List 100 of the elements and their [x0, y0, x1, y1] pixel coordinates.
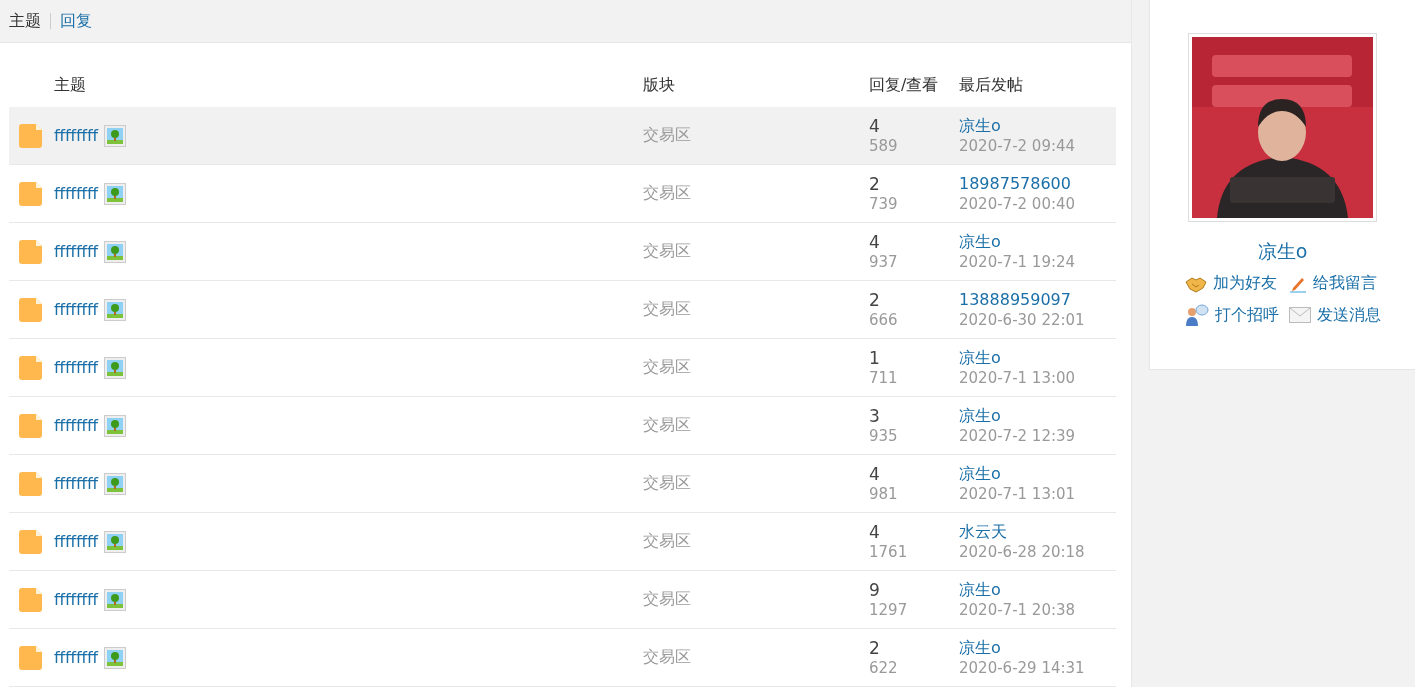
view-count: 622	[869, 657, 899, 678]
column-header: 主题	[54, 74, 87, 96]
column-header: 版块	[643, 74, 676, 96]
image-attachment-icon	[104, 182, 127, 205]
forum-name: 交易区	[643, 125, 692, 146]
post-time: 2020-7-2 09:44	[959, 135, 1077, 156]
view-count: 1761	[869, 541, 909, 562]
thread-row[interactable]: ffffffff 交易区 2 666 13888959097 2020-6-30 22:01	[9, 281, 1116, 339]
view-count: 937	[869, 251, 899, 272]
view-count: 711	[869, 367, 899, 388]
forum-name: 交易区	[643, 183, 692, 204]
profile-name[interactable]: 凉生o	[1257, 239, 1308, 265]
folder-icon	[18, 122, 45, 149]
post-time: 2020-6-28 20:18	[959, 541, 1086, 562]
thread-title[interactable]: ffffffff	[54, 648, 99, 667]
forum-name: 交易区	[643, 415, 692, 436]
profile-action-link[interactable]: 发送消息	[1288, 304, 1381, 326]
thread-title[interactable]: ffffffff	[54, 184, 99, 203]
thread-row[interactable]: ffffffff 交易区 4 981 凉生o 2020-7-1 13:01	[9, 455, 1116, 513]
thread-row[interactable]: ffffffff 交易区 4 589 凉生o 2020-7-2 09:44	[9, 107, 1116, 165]
image-attachment-icon	[104, 240, 127, 263]
last-poster[interactable]: 凉生o	[959, 347, 1116, 368]
post-time: 2020-6-30 22:01	[959, 309, 1086, 330]
reply-count: 2	[869, 637, 881, 658]
post-time: 2020-7-1 13:01	[959, 483, 1077, 504]
image-attachment-icon	[104, 530, 127, 553]
post-time: 2020-7-2 12:39	[959, 425, 1077, 446]
view-count: 935	[869, 425, 899, 446]
reply-count: 9	[869, 579, 881, 600]
folder-icon	[18, 528, 45, 555]
image-attachment-icon	[104, 646, 127, 669]
thread-row[interactable]: ffffffff 交易区 4 937 凉生o 2020-7-1 19:24	[9, 223, 1116, 281]
last-poster[interactable]: 凉生o	[959, 637, 1116, 658]
folder-icon	[18, 412, 45, 439]
reply-count: 1	[869, 347, 881, 368]
folder-icon	[18, 586, 45, 613]
view-count: 981	[869, 483, 899, 504]
post-time: 2020-7-2 00:40	[959, 193, 1077, 214]
thread-title[interactable]: ffffffff	[54, 590, 99, 609]
forum-name: 交易区	[643, 473, 692, 494]
thread-title[interactable]: ffffffff	[54, 474, 99, 493]
last-poster[interactable]: 13888959097	[959, 289, 1116, 310]
thread-row[interactable]: ffffffff 交易区 9 1297 凉生o 2020-7-1 20:38	[9, 571, 1116, 629]
thread-title[interactable]: ffffffff	[54, 358, 99, 377]
forum-name: 交易区	[643, 357, 692, 378]
thread-row[interactable]: ffffffff 交易区 2 739 18987578600 2020-7-2 00:40	[9, 165, 1116, 223]
image-attachment-icon	[104, 124, 127, 147]
post-time: 2020-7-1 19:24	[959, 251, 1077, 272]
thread-title[interactable]: ffffffff	[54, 242, 99, 261]
view-count: 589	[869, 135, 899, 156]
reply-count: 4	[869, 463, 881, 484]
folder-icon	[18, 470, 45, 497]
view-count: 739	[869, 193, 899, 214]
forum-name: 交易区	[643, 589, 692, 610]
reply-count: 2	[869, 173, 881, 194]
folder-icon	[18, 238, 45, 265]
image-attachment-icon	[104, 472, 127, 495]
post-time: 2020-7-1 20:38	[959, 599, 1077, 620]
folder-icon	[18, 354, 45, 381]
last-poster[interactable]: 凉生o	[959, 405, 1116, 426]
folder-icon	[18, 296, 45, 323]
folder-icon	[18, 644, 45, 671]
column-header: 最后发帖	[959, 74, 1024, 96]
tab[interactable]: 主题	[9, 10, 41, 32]
envelope-icon	[1288, 307, 1311, 323]
last-poster[interactable]: 凉生o	[959, 231, 1116, 252]
thread-row[interactable]: ffffffff 交易区 2 622 凉生o 2020-6-29 14:31	[9, 629, 1116, 687]
thread-row[interactable]: ffffffff 交易区 1 711 凉生o 2020-7-1 13:00	[9, 339, 1116, 397]
reply-count: 4	[869, 231, 881, 252]
thread-row[interactable]: ffffffff 交易区 4 1761 水云天 2020-6-28 20:18	[9, 513, 1116, 571]
thread-title[interactable]: ffffffff	[54, 416, 99, 435]
image-attachment-icon	[104, 298, 127, 321]
forum-name: 交易区	[643, 531, 692, 552]
tab[interactable]: 回复	[60, 10, 92, 32]
last-poster[interactable]: 18987578600	[959, 173, 1116, 194]
last-poster[interactable]: 凉生o	[959, 463, 1116, 484]
thread-title[interactable]: ffffffff	[54, 300, 99, 319]
reply-count: 2	[869, 289, 881, 310]
forum-name: 交易区	[643, 299, 692, 320]
profile-action-link[interactable]: 加为好友	[1184, 273, 1279, 294]
view-count: 1297	[869, 599, 909, 620]
reply-count: 4	[869, 521, 881, 542]
profile-action-link[interactable]: 打个招呼	[1184, 304, 1279, 326]
thread-title[interactable]: ffffffff	[54, 532, 99, 551]
thread-title[interactable]: ffffffff	[54, 126, 99, 145]
last-poster[interactable]: 凉生o	[959, 579, 1116, 600]
column-header: 回复/查看	[869, 74, 940, 96]
last-poster[interactable]: 凉生o	[959, 115, 1116, 136]
thread-row[interactable]: ffffffff 交易区 3 935 凉生o 2020-7-2 12:39	[9, 397, 1116, 455]
reply-count: 3	[869, 405, 881, 426]
profile-action-link[interactable]: 给我留言	[1288, 273, 1381, 294]
image-attachment-icon	[104, 414, 127, 437]
person-speech-icon	[1184, 304, 1209, 326]
last-poster[interactable]: 水云天	[959, 521, 1116, 542]
folder-icon	[18, 180, 45, 207]
reply-count: 4	[869, 115, 881, 136]
view-count: 666	[869, 309, 899, 330]
post-time: 2020-7-1 13:00	[959, 367, 1077, 388]
image-attachment-icon	[104, 588, 127, 611]
forum-name: 交易区	[643, 241, 692, 262]
